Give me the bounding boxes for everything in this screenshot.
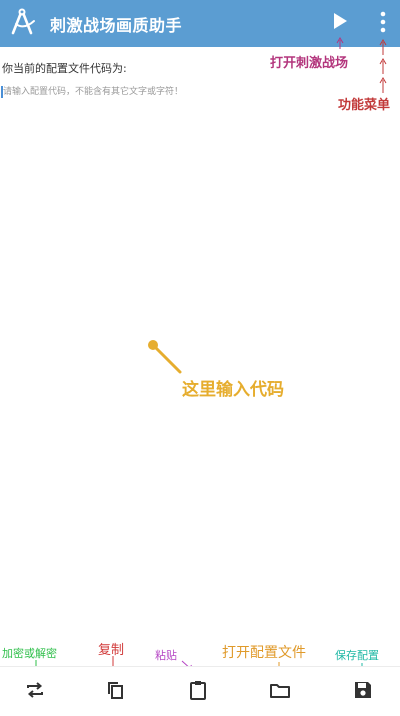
play-icon[interactable] <box>330 11 350 31</box>
config-code-input[interactable] <box>0 82 396 102</box>
config-code-label: 你当前的配置文件代码为: <box>2 62 127 75</box>
bottom-toolbar <box>0 666 400 716</box>
swap-icon[interactable] <box>24 679 46 701</box>
annotation-copy: 复制 <box>98 643 125 658</box>
compass-icon <box>11 8 35 35</box>
clipboard-icon[interactable] <box>187 679 209 701</box>
app-screen: 刺激战场画质助手 你当前的配置文件代码为: 请输入配置代码，不能含有其它文字或字… <box>0 0 400 716</box>
text-cursor <box>1 86 3 98</box>
annotation-encrypt-decrypt: 加密或解密 <box>2 647 57 660</box>
annotation-input-here: 这里输入代码 <box>182 380 284 400</box>
app-bar: 刺激战场画质助手 <box>0 0 400 47</box>
annotation-save-config: 保存配置 <box>335 649 379 662</box>
save-icon[interactable] <box>352 679 374 701</box>
more-vert-icon[interactable] <box>377 10 389 34</box>
annotation-open-config-file: 打开配置文件 <box>222 645 306 661</box>
folder-icon[interactable] <box>269 679 291 701</box>
annotation-open-game: 打开刺激战场 <box>270 56 349 71</box>
annotation-paste: 粘贴 <box>155 649 177 662</box>
annotation-function-menu: 功能菜单 <box>338 98 391 113</box>
app-title: 刺激战场画质助手 <box>50 16 183 35</box>
copy-icon[interactable] <box>104 679 126 701</box>
